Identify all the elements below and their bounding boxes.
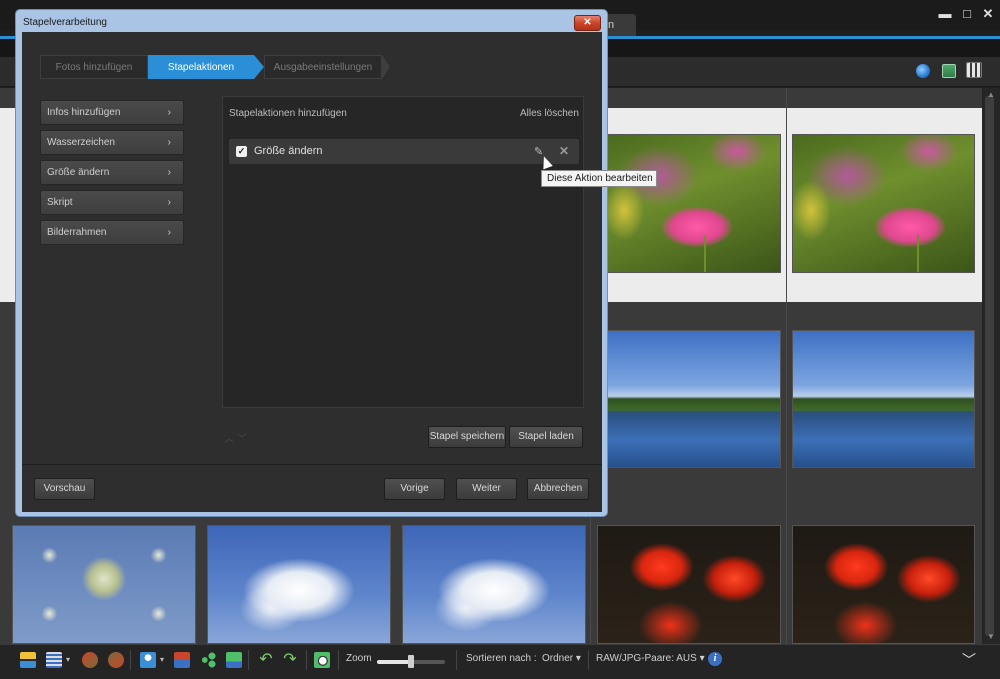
chevron-right-icon: › xyxy=(167,167,171,178)
step-batch-actions[interactable]: Stapelaktionen xyxy=(148,55,254,79)
side-action-label: Größe ändern xyxy=(47,167,110,178)
map-icon[interactable] xyxy=(942,64,956,78)
toolbar-separator xyxy=(130,650,131,670)
chevron-right-icon: › xyxy=(167,227,171,238)
info-icon[interactable]: i xyxy=(708,652,722,666)
photo-thumbnail[interactable] xyxy=(606,330,781,468)
panels-icon[interactable] xyxy=(20,652,36,668)
load-batch-button[interactable]: Stapel laden xyxy=(509,426,583,448)
delete-icon[interactable]: ✕ xyxy=(559,144,569,158)
zoom-slider-fill xyxy=(377,660,411,664)
preview-button[interactable]: Vorschau xyxy=(34,478,95,500)
tooltip: Diese Aktion bearbeiten xyxy=(541,170,657,187)
clear-all-button[interactable]: Alles löschen xyxy=(520,108,579,119)
grid-divider xyxy=(786,88,787,644)
side-action-label: Bilderrahmen xyxy=(47,227,107,238)
scrollbar-thumb[interactable] xyxy=(985,96,994,636)
chevron-down-icon[interactable]: ▾ xyxy=(66,655,70,664)
photo-thumbnail[interactable] xyxy=(207,525,391,644)
undo-icon[interactable]: ↶ xyxy=(258,652,274,668)
photo-thumbnail[interactable] xyxy=(792,134,975,273)
add-info-button[interactable]: Infos hinzufügen › xyxy=(40,100,184,125)
close-icon[interactable]: ✕ xyxy=(574,15,601,31)
side-action-label: Infos hinzufügen xyxy=(47,107,121,118)
photo-thumbnail[interactable] xyxy=(606,134,781,273)
photo-thumbnail[interactable] xyxy=(12,525,196,644)
flower-stem xyxy=(917,235,919,272)
step-output-settings[interactable]: Ausgabeeinstellungen xyxy=(264,55,382,79)
flower-petals xyxy=(662,207,732,247)
raw-pairs-dropdown[interactable]: RAW/JPG-Paare: AUS ▾ xyxy=(596,653,705,664)
chevron-right-icon: › xyxy=(167,107,171,118)
action-label: Größe ändern xyxy=(254,145,323,157)
step-arrow xyxy=(382,55,390,79)
chevron-right-icon: › xyxy=(167,137,171,148)
zoom-label: Zoom xyxy=(346,653,372,664)
person-tag-icon[interactable] xyxy=(140,652,156,668)
chevron-down-icon[interactable]: ▾ xyxy=(160,655,164,664)
sort-label: Sortieren nach : xyxy=(466,653,537,664)
calendar-icon[interactable] xyxy=(314,652,330,668)
globe-icon[interactable] xyxy=(916,64,930,78)
script-button[interactable]: Skript › xyxy=(40,190,184,215)
toolbar-separator xyxy=(338,650,339,670)
scroll-down-icon[interactable]: ▼ xyxy=(983,632,999,641)
chevron-right-icon: › xyxy=(167,197,171,208)
next-button[interactable]: Weiter xyxy=(456,478,517,500)
dialog-footer-divider xyxy=(22,464,602,465)
photo-thumbnail[interactable] xyxy=(402,525,586,644)
side-action-label: Skript xyxy=(47,197,73,208)
step-arrow xyxy=(254,55,264,79)
photo-thumbnail[interactable] xyxy=(792,525,975,644)
frame-button[interactable]: Bilderrahmen › xyxy=(40,220,184,245)
panel-title: Stapelaktionen hinzufügen xyxy=(229,108,347,119)
flower-stem xyxy=(704,235,706,272)
print-icon[interactable] xyxy=(174,652,190,668)
previous-button[interactable]: Vorige xyxy=(384,478,445,500)
toolbar-separator xyxy=(306,650,307,670)
grid-view-icon[interactable] xyxy=(966,62,982,78)
sort-value: Ordner xyxy=(542,653,574,664)
watermark-button[interactable]: Wasserzeichen › xyxy=(40,130,184,155)
toolbar-separator xyxy=(588,650,589,670)
raw-pairs-value: RAW/JPG-Paare: AUS xyxy=(596,653,697,664)
toolbar-separator xyxy=(248,650,249,670)
zoom-slider-handle[interactable] xyxy=(408,655,414,668)
share-icon[interactable] xyxy=(200,652,216,668)
chevron-down-icon: ▾ xyxy=(699,653,705,664)
maximize-icon[interactable]: □ xyxy=(958,6,976,21)
resize-button[interactable]: Größe ändern › xyxy=(40,160,184,185)
dialog-title: Stapelverarbeitung xyxy=(23,17,107,28)
close-icon[interactable]: ✕ xyxy=(979,6,997,22)
step-add-photos[interactable]: Fotos hinzufügen xyxy=(40,55,148,79)
sort-dropdown[interactable]: Ordner ▾ xyxy=(542,653,581,664)
redo-icon[interactable]: ↷ xyxy=(282,652,298,668)
cancel-button[interactable]: Abbrechen xyxy=(527,478,589,500)
flower-petals xyxy=(875,207,945,247)
rotate-right-icon[interactable] xyxy=(108,652,124,668)
list-view-icon[interactable] xyxy=(46,652,62,668)
save-batch-button[interactable]: Stapel speichern xyxy=(428,426,506,448)
chevron-down-icon: ▾ xyxy=(575,653,581,664)
photo-thumbnail[interactable] xyxy=(597,525,781,644)
photo-thumbnail[interactable] xyxy=(792,330,975,468)
checkbox-icon[interactable]: ✓ xyxy=(236,146,247,157)
side-action-label: Wasserzeichen xyxy=(47,137,115,148)
move-up-down-icon[interactable]: ︿ ﹀ xyxy=(224,430,247,445)
toolbar-separator xyxy=(456,650,457,670)
slideshow-icon[interactable] xyxy=(226,652,242,668)
minimize-icon[interactable]: ▬ xyxy=(936,6,954,21)
scroll-up-icon[interactable]: ▲ xyxy=(983,90,999,99)
rotate-left-icon[interactable] xyxy=(82,652,98,668)
collapse-icon[interactable]: ﹀ xyxy=(962,650,976,670)
